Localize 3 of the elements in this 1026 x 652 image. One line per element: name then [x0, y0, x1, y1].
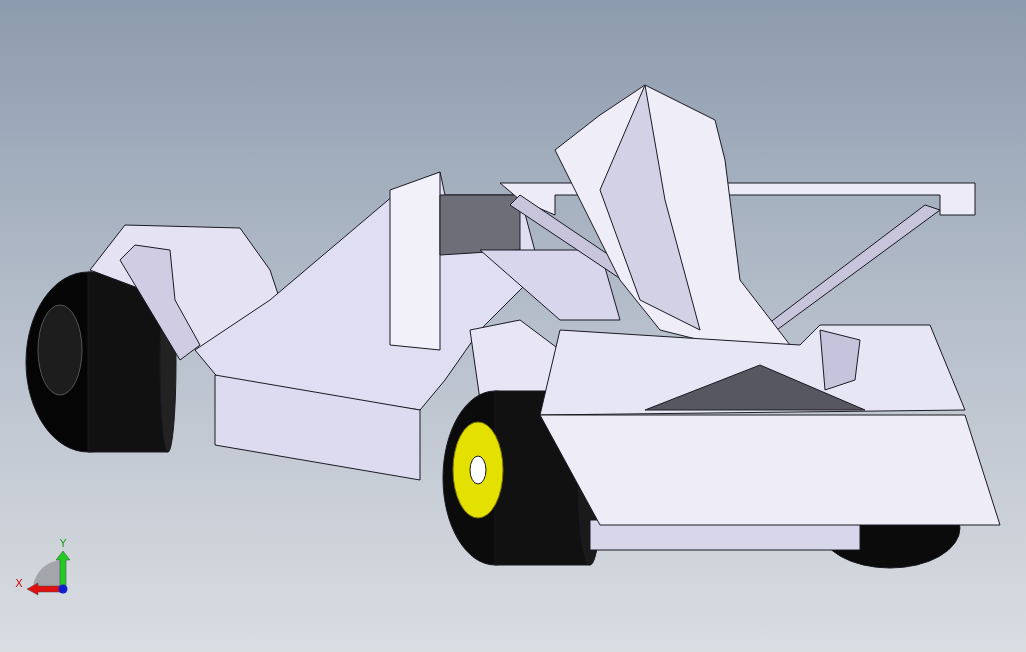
axis-label: X	[15, 577, 23, 590]
axis-label: Y	[59, 537, 67, 550]
axis-triad-icon	[26, 550, 71, 596]
